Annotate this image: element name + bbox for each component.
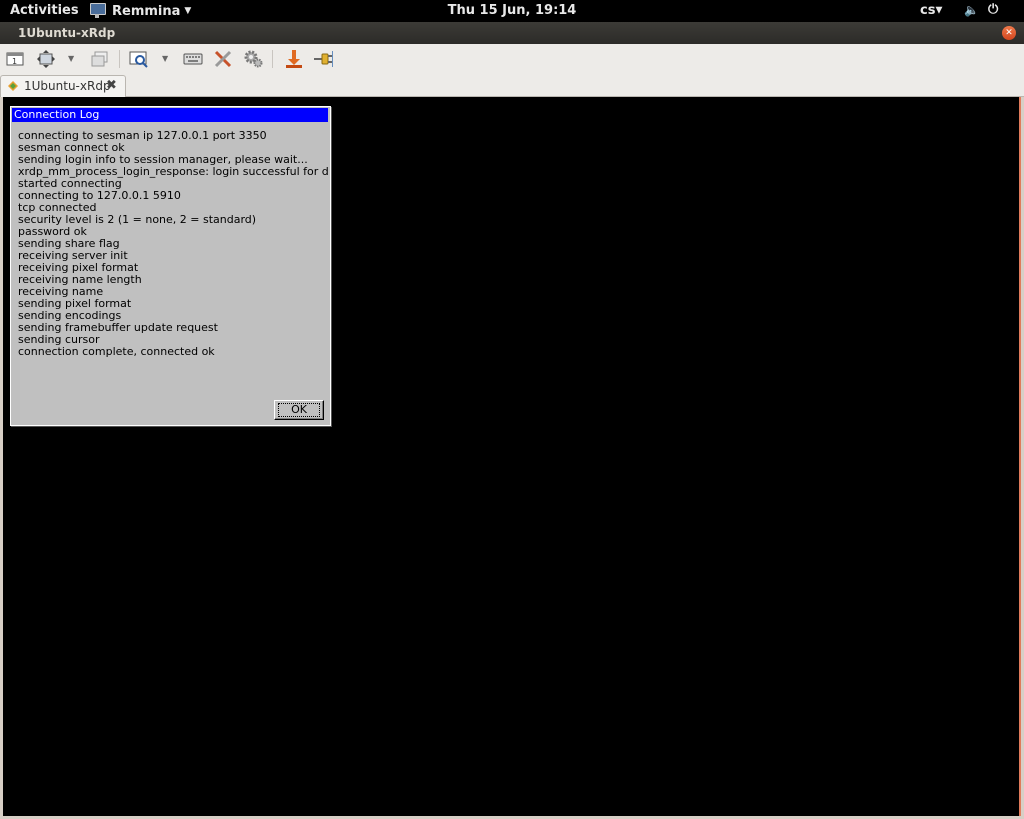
chevron-down-icon: ▼ <box>184 6 192 16</box>
tab-label: 1Ubuntu-xRdp <box>24 79 111 93</box>
disconnect-icon[interactable] <box>313 49 333 69</box>
window-close-button[interactable]: ✕ <box>1002 26 1016 40</box>
keyboard-layout-indicator[interactable]: cs▼ <box>920 3 942 18</box>
scale-dropdown-chevron-icon[interactable]: ▼ <box>68 54 74 63</box>
app-menu-label: Remmina <box>112 3 181 19</box>
minimize-window-icon[interactable] <box>284 49 304 69</box>
tab-bar: 1Ubuntu-xRdp ✖ <box>0 74 1024 97</box>
keyboard-grab-icon[interactable] <box>183 49 203 69</box>
preferences-gear-icon[interactable] <box>243 49 263 69</box>
remmina-app-icon <box>88 2 108 20</box>
connection-log-text: connecting to sesman ip 127.0.0.1 port 3… <box>18 130 329 358</box>
activities-button[interactable]: Activities <box>10 3 79 18</box>
dialog-title: Connection Log <box>12 108 328 122</box>
toolbar: 1 ▼ ▼ <box>0 44 1024 75</box>
ok-button[interactable]: OK <box>274 400 324 420</box>
gnome-top-bar: Activities Remmina ▼ Thu 15 Jun, 19:14 c… <box>0 0 1024 22</box>
window-titlebar: 1Ubuntu-xRdp ✕ <box>0 22 1024 44</box>
power-icon[interactable]: ⏻ <box>988 2 998 17</box>
log-line: connection complete, connected ok <box>18 345 215 358</box>
quality-icon[interactable] <box>129 49 149 69</box>
switch-tab-icon[interactable] <box>90 49 110 69</box>
window-title: 1Ubuntu-xRdp <box>18 26 116 40</box>
app-menu[interactable]: Remmina ▼ <box>88 0 191 22</box>
tab-1ubuntu-xrdp[interactable]: 1Ubuntu-xRdp ✖ <box>0 75 126 97</box>
tab-close-icon[interactable]: ✖ <box>106 78 117 93</box>
toggle-fullscreen-icon[interactable]: 1 <box>5 49 25 69</box>
quality-dropdown-chevron-icon[interactable]: ▼ <box>162 54 168 63</box>
tools-icon[interactable] <box>213 49 233 69</box>
volume-icon[interactable]: 🔈 <box>964 3 979 17</box>
remote-connection-icon <box>8 81 18 91</box>
scale-icon[interactable] <box>36 49 56 69</box>
svg-text:1: 1 <box>12 57 17 66</box>
clock[interactable]: Thu 15 Jun, 19:14 <box>448 3 577 18</box>
connection-log-dialog: Connection Log connecting to sesman ip 1… <box>10 106 331 426</box>
